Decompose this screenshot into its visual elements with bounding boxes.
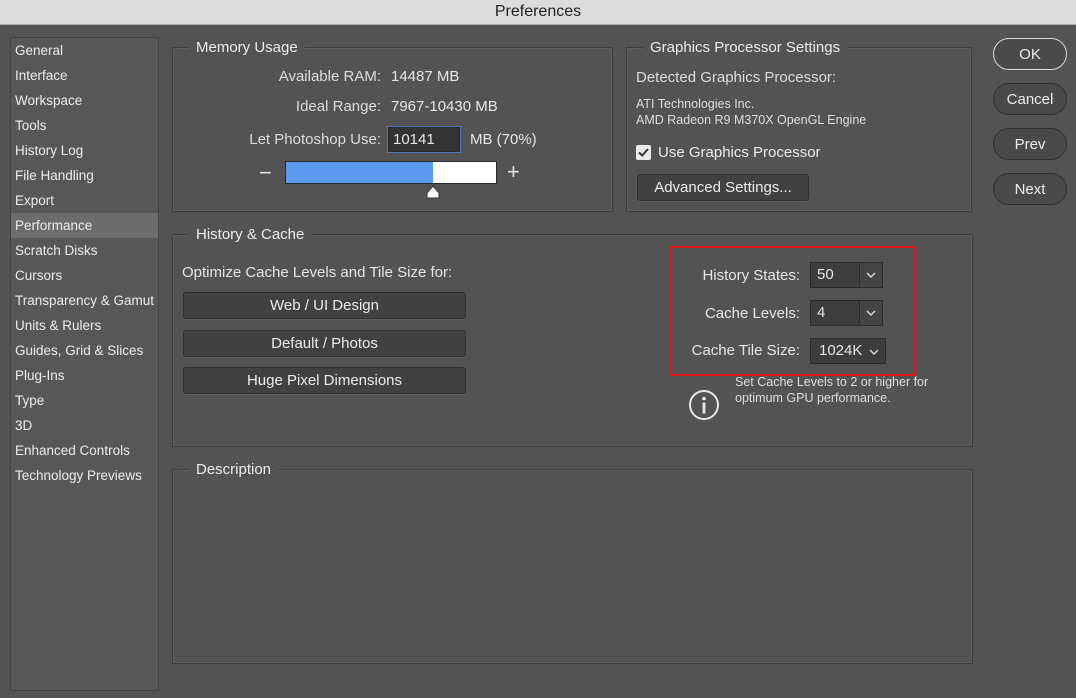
sidebar-item-export[interactable]: Export (11, 188, 158, 213)
sidebar-item-tools[interactable]: Tools (11, 113, 158, 138)
sidebar-item-scratch-disks[interactable]: Scratch Disks (11, 238, 158, 263)
sidebar-item-technology-previews[interactable]: Technology Previews (11, 463, 158, 488)
default-photos-button[interactable]: Default / Photos (183, 330, 466, 357)
sidebar-item-guides-grid-slices[interactable]: Guides, Grid & Slices (11, 338, 158, 363)
sidebar-item-3d[interactable]: 3D (11, 413, 158, 438)
chevron-down-icon (866, 272, 876, 278)
cache-tile-size-label: Cache Tile Size: (691, 342, 800, 359)
history-states-select[interactable]: 50 (810, 262, 883, 288)
info-text-line2: optimum GPU performance. (735, 391, 891, 405)
photoshop-use-input[interactable] (388, 127, 460, 152)
memory-usage-title: Memory Usage (189, 38, 305, 58)
info-text-line1: Set Cache Levels to 2 or higher for (735, 375, 929, 389)
photoshop-use-label: Let Photoshop Use: (249, 131, 381, 148)
cache-levels-value: 4 (817, 304, 826, 321)
photoshop-use-suffix: MB (70%) (470, 131, 537, 148)
use-gpu-label[interactable]: Use Graphics Processor (658, 144, 821, 161)
cancel-button[interactable]: Cancel (993, 83, 1067, 115)
available-ram-value: 14487 MB (391, 68, 460, 85)
gpu-settings-title: Graphics Processor Settings (643, 38, 848, 58)
sidebar-item-enhanced-controls[interactable]: Enhanced Controls (11, 438, 158, 463)
next-button[interactable]: Next (993, 173, 1067, 205)
gpu-vendor: ATI Technologies Inc. (636, 97, 755, 111)
memory-increase-button[interactable]: + (507, 159, 520, 185)
history-states-label: History States: (702, 267, 800, 284)
sidebar-item-cursors[interactable]: Cursors (11, 263, 158, 288)
description-group: Description (172, 460, 973, 664)
web-ui-design-button[interactable]: Web / UI Design (183, 292, 466, 319)
window-title: Preferences (0, 0, 1076, 25)
available-ram-label: Available RAM: (278, 68, 381, 85)
cache-tile-size-value: 1024K (819, 342, 863, 359)
advanced-settings-button[interactable]: Advanced Settings... (637, 174, 809, 201)
prev-button[interactable]: Prev (993, 128, 1067, 160)
memory-slider-fill (286, 162, 433, 183)
sidebar-list: General Interface Workspace Tools History Lo… (11, 38, 158, 488)
sidebar-item-workspace[interactable]: Workspace (11, 88, 158, 113)
ideal-range-value: 7967-10430 MB (391, 98, 498, 115)
sidebar-item-transparency-gamut[interactable]: Transparency & Gamut (11, 288, 158, 313)
sidebar-item-history-log[interactable]: History Log (11, 138, 158, 163)
sidebar-item-units-rulers[interactable]: Units & Rulers (11, 313, 158, 338)
history-cache-title: History & Cache (189, 225, 312, 245)
description-title: Description (189, 460, 279, 480)
memory-slider-thumb[interactable] (426, 185, 440, 199)
chevron-down-icon (869, 349, 879, 355)
memory-decrease-button[interactable]: − (259, 160, 272, 186)
memory-slider[interactable] (285, 161, 497, 184)
checkmark-icon (638, 148, 649, 157)
chevron-down-icon (866, 310, 876, 316)
huge-pixel-dimensions-button[interactable]: Huge Pixel Dimensions (183, 367, 466, 394)
sidebar-item-general[interactable]: General (11, 38, 158, 63)
cache-levels-select[interactable]: 4 (810, 300, 883, 326)
detected-gpu-label: Detected Graphics Processor: (636, 69, 837, 86)
optimize-label: Optimize Cache Levels and Tile Size for: (182, 264, 453, 281)
sidebar-item-file-handling[interactable]: File Handling (11, 163, 158, 188)
use-gpu-checkbox[interactable] (636, 145, 651, 160)
ideal-range-label: Ideal Range: (295, 98, 381, 115)
gpu-model: AMD Radeon R9 M370X OpenGL Engine (636, 113, 867, 127)
preferences-sidebar: General Interface Workspace Tools History Lo… (10, 37, 159, 691)
history-states-value: 50 (817, 266, 834, 283)
sidebar-item-performance[interactable]: Performance (11, 213, 158, 238)
cache-tile-size-select[interactable]: 1024K (810, 338, 886, 364)
ok-button[interactable]: OK (993, 38, 1067, 70)
info-icon (688, 389, 720, 421)
sidebar-item-type[interactable]: Type (11, 388, 158, 413)
cache-levels-label: Cache Levels: (704, 305, 800, 322)
sidebar-item-plug-ins[interactable]: Plug-Ins (11, 363, 158, 388)
sidebar-item-interface[interactable]: Interface (11, 63, 158, 88)
